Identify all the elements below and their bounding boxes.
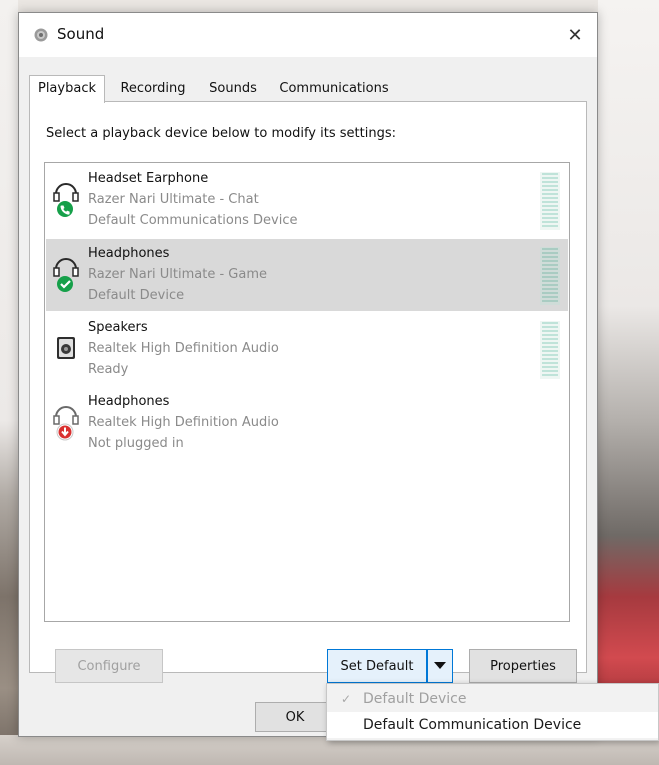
menu-item-label: Default Communication Device	[363, 717, 582, 733]
device-name: Headphones	[88, 246, 170, 261]
list-item[interactable]: Headphones Razer Nari Ultimate - Game De…	[46, 239, 568, 311]
headphones-icon	[52, 401, 80, 441]
checkmark-icon: ✓	[341, 692, 352, 706]
speaker-icon	[33, 27, 49, 43]
device-status: Default Device	[88, 288, 185, 303]
speaker-device-icon	[52, 327, 80, 367]
device-name: Headset Earphone	[88, 171, 209, 186]
device-status: Default Communications Device	[88, 213, 298, 228]
device-driver: Razer Nari Ultimate - Chat	[88, 192, 259, 207]
device-driver: Realtek High Definition Audio	[88, 415, 279, 430]
menu-item-default-device[interactable]: ✓ Default Device	[327, 686, 658, 712]
set-default-menu: ✓ Default Device Default Communication D…	[326, 683, 659, 741]
wallpaper-right-strip	[598, 0, 659, 765]
menu-item-label: Default Device	[363, 691, 467, 707]
ok-button[interactable]: OK	[255, 702, 335, 732]
close-button[interactable]: ✕	[553, 13, 597, 57]
list-item[interactable]: Headset Earphone Razer Nari Ultimate - C…	[46, 164, 568, 236]
set-default-button[interactable]: Set Default	[327, 649, 427, 683]
title-bar[interactable]: Sound ✕	[19, 13, 597, 57]
tab-recording[interactable]: Recording	[109, 77, 197, 101]
check-badge-icon	[57, 276, 73, 292]
instruction-text: Select a playback device below to modify…	[46, 126, 396, 141]
configure-button[interactable]: Configure	[55, 649, 163, 683]
device-status: Ready	[88, 362, 129, 377]
menu-item-default-communication-device[interactable]: Default Communication Device	[327, 712, 658, 738]
headphones-icon	[52, 253, 80, 293]
list-item[interactable]: Speakers Realtek High Definition Audio R…	[46, 313, 568, 385]
tab-communications[interactable]: Communications	[269, 77, 399, 101]
sound-dialog: Sound ✕ Playback Recording Sounds Commun…	[18, 12, 598, 737]
phone-badge-icon	[57, 201, 73, 217]
level-meter	[540, 321, 560, 379]
device-name: Headphones	[88, 394, 170, 409]
device-name: Speakers	[88, 320, 148, 335]
list-item[interactable]: Headphones Realtek High Definition Audio…	[46, 387, 568, 459]
level-meter	[540, 247, 560, 305]
tab-playback[interactable]: Playback	[29, 75, 105, 103]
device-status: Not plugged in	[88, 436, 184, 451]
window-title: Sound	[57, 25, 105, 43]
level-meter	[540, 172, 560, 230]
headset-icon	[52, 178, 80, 218]
set-default-dropdown-button[interactable]	[427, 649, 453, 683]
unplugged-badge-icon	[56, 423, 74, 441]
device-driver: Realtek High Definition Audio	[88, 341, 279, 356]
device-driver: Razer Nari Ultimate - Game	[88, 267, 268, 282]
tab-sounds[interactable]: Sounds	[199, 77, 267, 101]
device-list[interactable]: Headset Earphone Razer Nari Ultimate - C…	[44, 162, 570, 622]
playback-panel: Select a playback device below to modify…	[29, 101, 587, 673]
properties-button[interactable]: Properties	[469, 649, 577, 683]
caret-down-icon	[434, 659, 446, 674]
wallpaper-left-strip	[0, 0, 18, 765]
